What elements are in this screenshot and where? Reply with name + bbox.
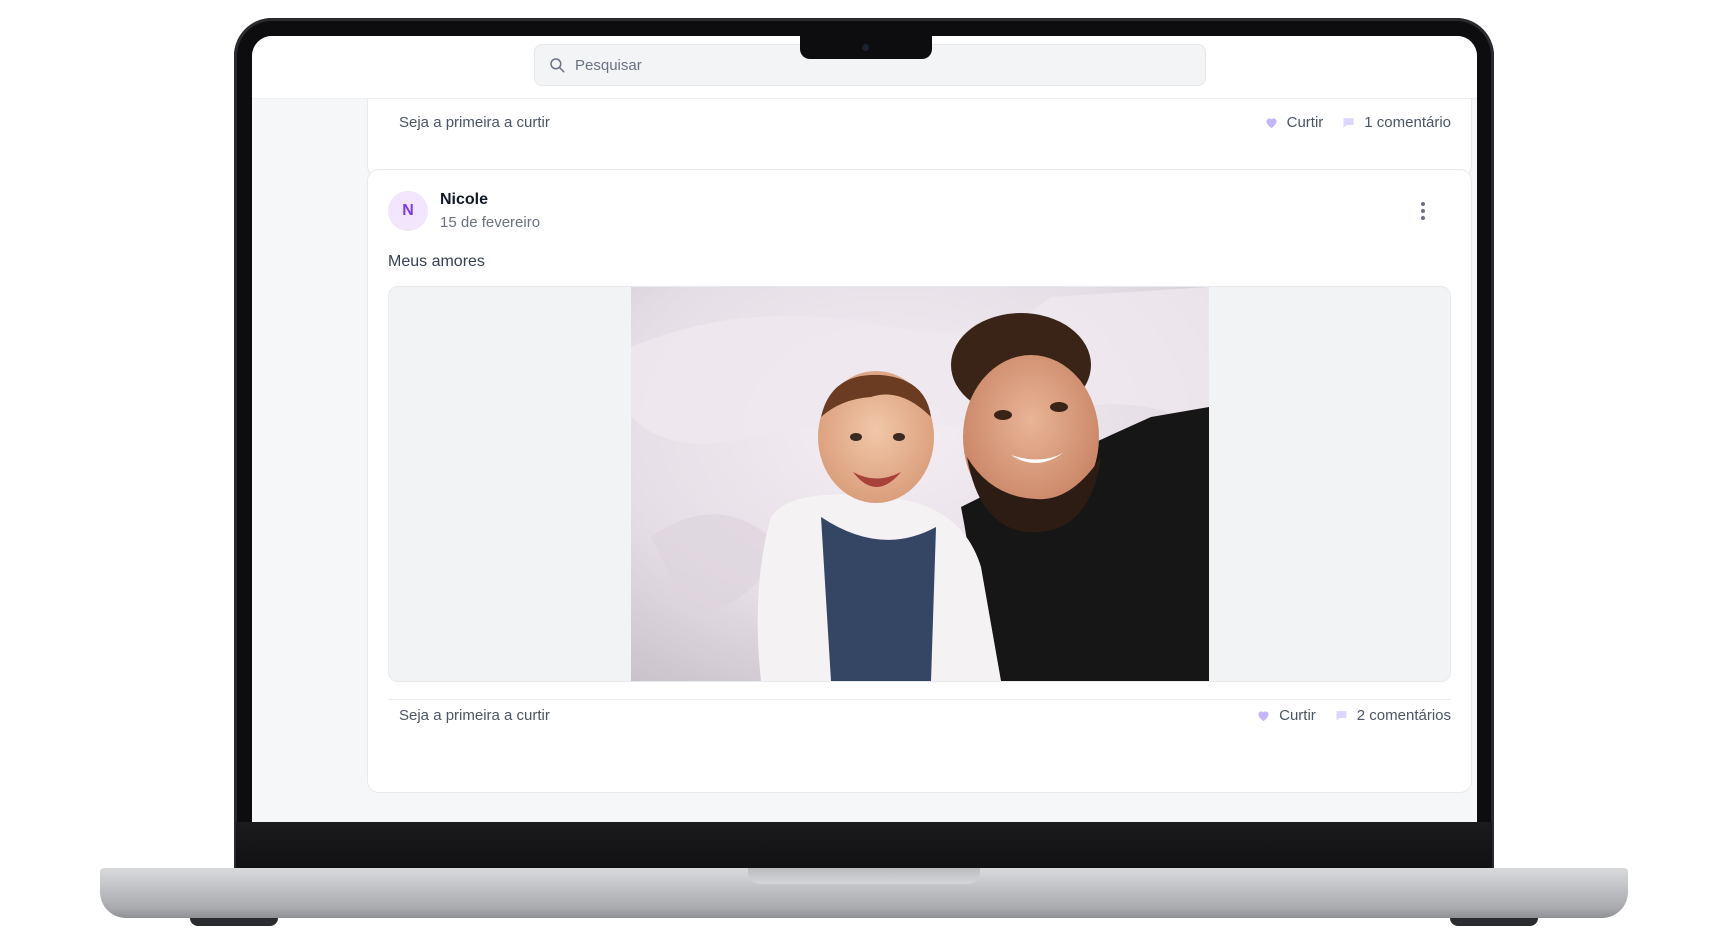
laptop-foot-left <box>190 918 278 926</box>
post-date: 15 de fevereiro <box>440 214 541 231</box>
like-button[interactable]: Curtir <box>1264 113 1324 131</box>
post-media[interactable] <box>388 286 1451 682</box>
heart-icon <box>1258 710 1269 721</box>
post-actions: Curtir 1 comentário <box>1264 114 1451 131</box>
like-label: Curtir <box>1279 706 1316 724</box>
search-icon <box>550 58 565 73</box>
more-options-button[interactable] <box>1413 200 1433 222</box>
laptop-bezel <box>236 822 1492 868</box>
heart-icon <box>1266 117 1277 128</box>
laptop-base-lip <box>748 868 980 884</box>
comments-button[interactable]: 2 comentários <box>1334 707 1451 724</box>
comment-icon <box>1336 710 1347 720</box>
comments-label: 1 comentário <box>1364 113 1451 131</box>
avatar[interactable]: N <box>388 191 428 231</box>
author-name[interactable]: Nicole <box>440 191 488 209</box>
camera-notch <box>800 36 932 59</box>
like-button[interactable]: Curtir <box>1256 707 1316 724</box>
likes-text: Seja a primeira a curtir <box>399 706 550 724</box>
screen: Seja a primeira a curtir Curtir 1 coment… <box>252 36 1477 822</box>
post-photo <box>631 287 1209 681</box>
camera-icon <box>862 44 869 51</box>
post-text: Meus amores <box>388 253 485 270</box>
more-vertical-icon <box>1413 202 1433 220</box>
post-actions: Curtir 2 comentários <box>1256 707 1451 724</box>
post-card: N Nicole 15 de fevereiro Meus amores Sej… <box>367 169 1472 793</box>
like-label: Curtir <box>1286 113 1324 131</box>
post-footer: Seja a primeira a curtir Curtir 2 coment… <box>368 700 1471 730</box>
comments-button[interactable]: 1 comentário <box>1341 114 1451 131</box>
comments-label: 2 comentários <box>1356 706 1451 724</box>
comment-icon <box>1343 117 1354 127</box>
likes-text: Seja a primeira a curtir <box>399 113 550 131</box>
post-footer-previous: Seja a primeira a curtir Curtir 1 coment… <box>368 107 1471 137</box>
laptop-foot-right <box>1450 918 1538 926</box>
